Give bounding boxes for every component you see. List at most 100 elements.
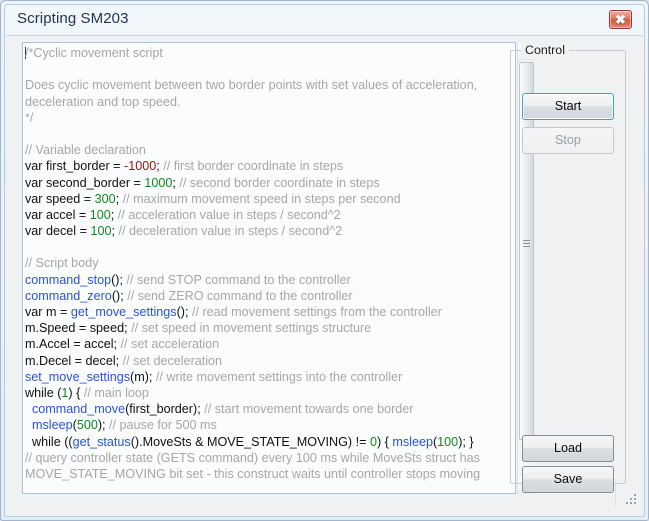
control-group-box: Control Start Stop Load Save [510,43,626,493]
code-token: m.Speed = speed; [25,321,132,336]
code-token: while ( [25,385,62,400]
code-token: // start movement towards one border [204,402,414,417]
code-token: // Variable declaration [25,143,146,158]
window-inner-frame: Scripting SM203 ✖ /*Cyclic movement scri… [4,4,645,517]
code-token: // second border coordinate in steps [179,175,380,190]
code-token: */ [25,110,34,125]
code-line: while (1) { // main loop [25,385,497,401]
window-title: Scripting SM203 [17,10,129,27]
code-token: // set speed in movement settings struct… [131,321,372,336]
code-line: // Variable declaration [25,142,497,158]
window-client-area: /*Cyclic movement script Does cyclic mov… [6,35,643,516]
code-line: */ [25,110,497,126]
code-line: set_move_settings(m); // write movement … [25,369,497,385]
code-token: // set acceleration [120,337,220,352]
code-token: // write movement settings into the cont… [155,369,403,384]
code-line: var speed = 300; // maximum movement spe… [25,191,497,207]
code-token: ) { [376,434,393,449]
code-token: 0 [369,434,377,449]
code-token: ; [110,207,118,222]
code-line: deceleration and top speed. [25,94,497,110]
code-token: // maximum movement speed in steps per s… [122,191,401,206]
code-line: var decel = 100; // deceleration value i… [25,223,497,239]
code-token: Does cyclic movement between two border … [25,78,478,93]
code-token: /*Cyclic movement script [25,46,163,60]
code-token: (); [176,305,192,319]
resize-grip-icon[interactable] [626,494,638,506]
control-group-label: Control [521,43,569,57]
code-token: msleep [32,418,73,433]
save-button[interactable]: Save [522,466,614,493]
start-button[interactable]: Start [522,93,614,120]
code-token: command_stop [25,272,112,287]
code-line: command_stop(); // send STOP command to … [25,272,497,288]
code-line: // Script body [25,255,497,271]
code-token: var m = [25,305,71,319]
title-bar: Scripting SM203 ✖ [5,5,644,35]
code-token: // main loop [83,385,149,400]
code-token: // pause for 500 ms [109,418,217,433]
code-token: 100 [90,224,112,239]
code-token: var accel = [25,207,90,222]
code-token: m.Accel = accel; [25,337,121,352]
code-line: m.Speed = speed; // set speed in movemen… [25,320,497,336]
code-token: 300 [94,191,116,206]
code-line: msleep(500); // pause for 500 ms [25,417,497,433]
code-line: var first_border = -1000; // first borde… [25,158,497,174]
code-line: m.Accel = accel; // set acceleration [25,336,497,352]
code-token: ; [115,191,123,206]
code-line: var accel = 100; // acceleration value i… [25,207,497,223]
code-token: command_zero [25,288,112,303]
code-token: // read movement settings from the contr… [191,305,442,319]
code-line: command_zero(); // send ZERO command to … [25,288,497,304]
code-token: var first_border = [25,159,125,174]
code-token: 500 [76,418,98,433]
code-line: Does cyclic movement between two border … [25,77,497,93]
code-line: var second_border = 1000; // second bord… [25,175,497,191]
code-token: (m); [130,369,156,384]
code-line: // query controller state (GETS command)… [25,450,497,466]
code-token: ); } [458,434,474,449]
code-token: while (( [25,434,73,449]
code-token: // first border coordinate in steps [163,159,344,174]
code-token: m.Decel = decel; [25,353,123,368]
code-line: /*Cyclic movement script [25,45,497,61]
code-token: // deceleration value in steps / second^… [118,224,343,239]
code-token: ) { [68,385,84,400]
close-button[interactable]: ✖ [609,10,632,29]
code-token: 1000 [144,175,173,190]
code-line: while ((get_status().MoveSts & MOVE_STAT… [25,434,497,450]
code-token: // acceleration value in steps / second^… [117,207,341,222]
code-token: 100 [89,207,111,222]
code-token: set_move_settings [25,369,131,384]
code-token: deceleration and top speed. [25,94,181,109]
code-token: var speed = [25,191,95,206]
code-token: get_status [72,434,131,449]
load-button[interactable]: Load [522,435,614,462]
script-editor[interactable]: /*Cyclic movement script Does cyclic mov… [22,42,535,494]
close-icon: ✖ [615,12,626,27]
code-token: (); [111,272,127,287]
code-token: // set deceleration [122,353,223,368]
status-separator [615,482,616,506]
code-token: // send ZERO command to the controller [127,288,353,303]
code-token: // Script body [25,256,99,271]
code-token: 100 [437,434,459,449]
code-token: command_move [32,402,126,417]
script-editor-text[interactable]: /*Cyclic movement script Does cyclic mov… [25,45,497,493]
code-token: // send STOP command to the controller [126,272,351,287]
code-token: ().MoveSts & MOVE_STATE_MOVING) != [130,434,370,449]
code-token: ); [97,418,110,433]
code-line: var m = get_move_settings(); // read mov… [25,304,497,320]
code-token: // query controller state (GETS command)… [25,450,480,465]
stop-button[interactable]: Stop [522,127,614,154]
code-line: command_move(first_border); // start mov… [25,401,497,417]
code-token: (first_border); [125,402,205,417]
code-line: m.Decel = decel; // set deceleration [25,353,497,369]
code-token: var decel = [25,224,91,239]
